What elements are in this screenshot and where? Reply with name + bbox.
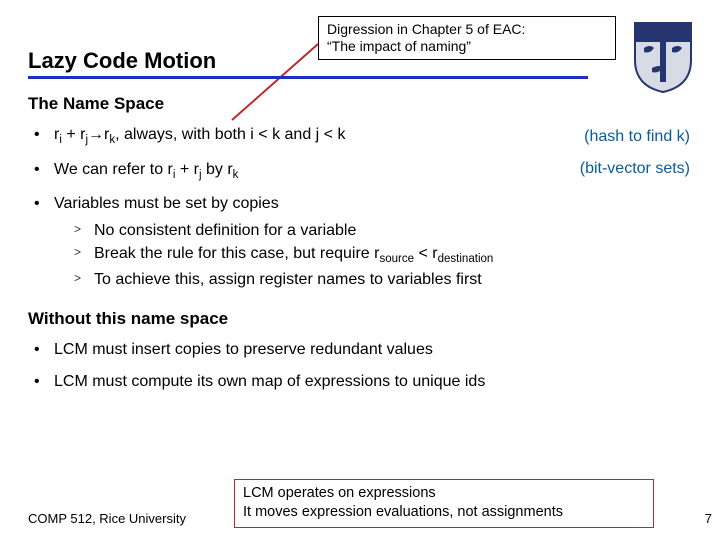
aside-bitvector: (bit-vector sets) (580, 160, 690, 178)
sub-1: No consistent definition for a variable (74, 219, 692, 242)
aside-hash: (hash to find k) (584, 128, 690, 146)
bullet-c2: LCM must compute its own map of expressi… (32, 371, 692, 393)
slide: Lazy Code Motion Digression in Chapter 5… (0, 0, 720, 540)
subhead-namespace: The Name Space (28, 94, 692, 114)
page-number: 7 (705, 511, 712, 526)
slide-header: Lazy Code Motion Digression in Chapter 5… (28, 16, 692, 84)
callout-line-2: “The impact of naming” (327, 38, 607, 55)
bottom-line-1: LCM operates on expressions (243, 484, 645, 504)
sub-2: Break the rule for this case, but requir… (74, 242, 692, 268)
callout-digression: Digression in Chapter 5 of EAC: “The imp… (318, 16, 616, 60)
title-underline (28, 76, 588, 79)
bullet-list-1: ri + rj→rk, always, with both i < k and … (32, 124, 692, 291)
subhead-without: Without this name space (28, 309, 692, 329)
sub-3: To achieve this, assign register names t… (74, 268, 692, 291)
bottom-line-2: It moves expression evaluations, not ass… (243, 503, 645, 523)
sub-list: No consistent definition for a variable … (74, 219, 692, 291)
bullet-c1: LCM must insert copies to preserve redun… (32, 339, 692, 361)
shield-icon (632, 20, 694, 94)
bullet-3: Variables must be set by copies No consi… (32, 193, 692, 291)
callout-lcm: LCM operates on expressions It moves exp… (234, 479, 654, 528)
footer-course: COMP 512, Rice University (28, 511, 186, 526)
bullet-list-2: LCM must insert copies to preserve redun… (32, 339, 692, 392)
page-title: Lazy Code Motion (28, 48, 216, 74)
callout-line-1: Digression in Chapter 5 of EAC: (327, 21, 607, 38)
